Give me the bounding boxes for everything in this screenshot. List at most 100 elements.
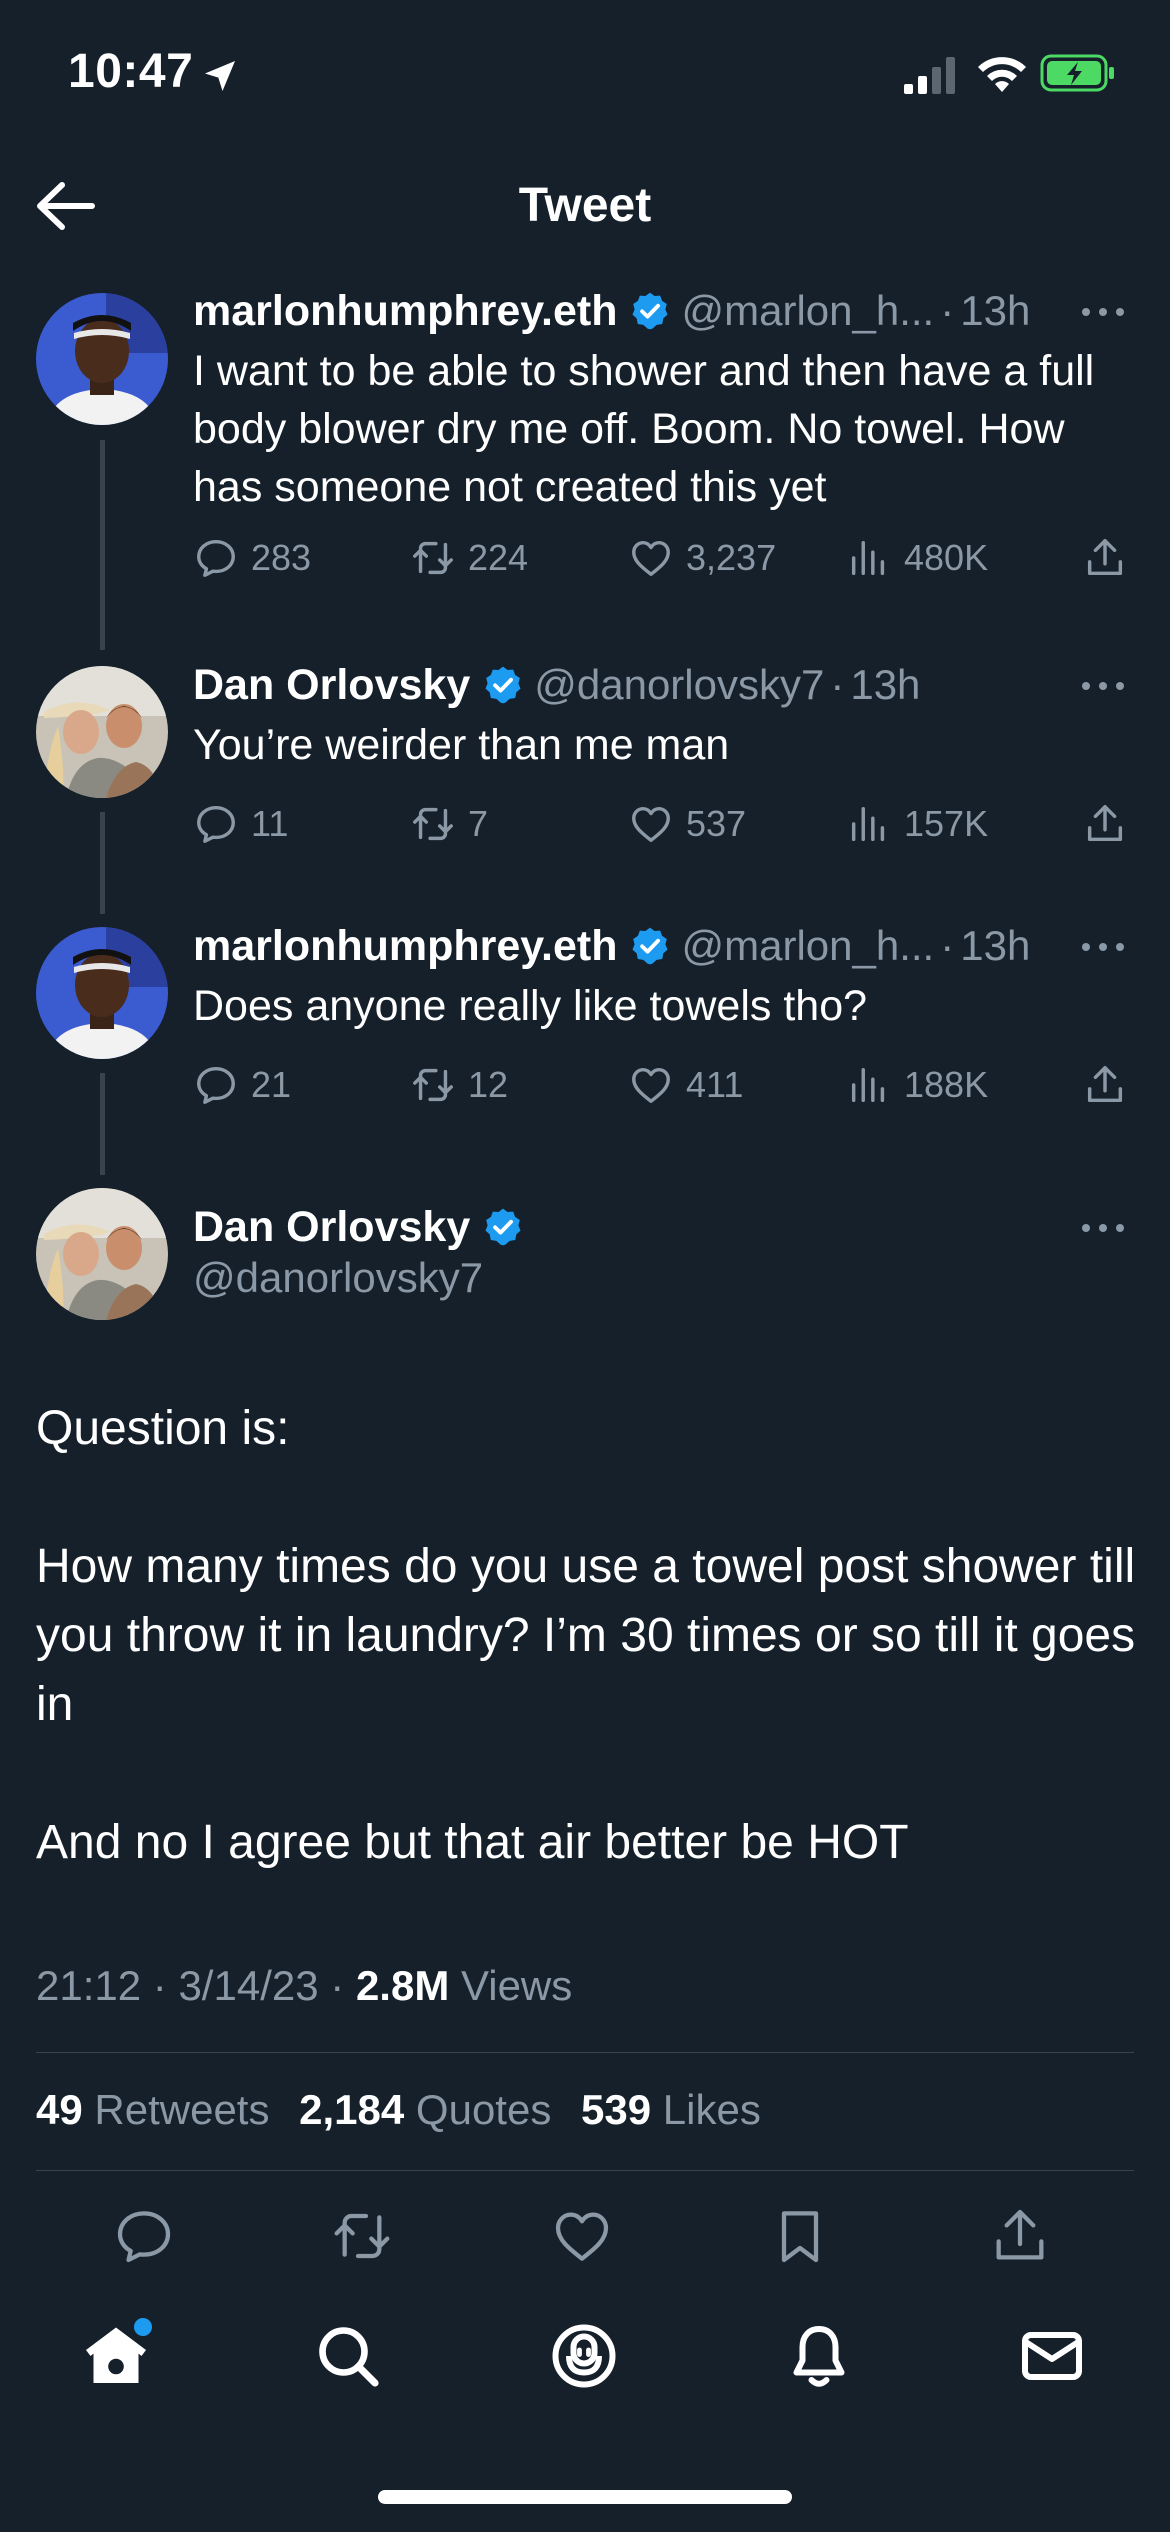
avatar[interactable]	[36, 666, 168, 798]
views-button[interactable]: 480K	[846, 535, 988, 581]
status-bar: 10:47	[0, 0, 1170, 150]
reply-count: 283	[251, 537, 312, 578]
main-tweet-author: Dan Orlovsky	[193, 1200, 534, 1254]
retweet-button[interactable]: 12	[410, 1062, 508, 1108]
reply-icon	[197, 805, 235, 843]
verified-icon	[485, 666, 521, 704]
share-button[interactable]	[1082, 535, 1140, 581]
likes-stat[interactable]: 539 Likes	[581, 2086, 761, 2133]
tweet-time: 13h	[960, 287, 1031, 334]
share-icon[interactable]	[988, 2204, 1052, 2268]
author-handle[interactable]: @danorlovsky7	[193, 1254, 483, 1302]
wifi-icon	[978, 57, 1026, 92]
reply-icon[interactable]	[112, 2204, 176, 2268]
tab-search[interactable]	[308, 2316, 388, 2396]
reply-icon	[197, 539, 235, 577]
like-count: 537	[686, 803, 747, 844]
views-icon	[851, 540, 885, 576]
reply-button[interactable]: 21	[193, 1062, 291, 1108]
author-handle[interactable]: @marlon_h...	[681, 922, 934, 970]
reply-count: 11	[251, 803, 289, 844]
share-button[interactable]	[1082, 1062, 1140, 1108]
likes-label: Likes	[662, 2086, 761, 2133]
tweet-time: 13h	[960, 922, 1031, 969]
more-icon[interactable]	[1078, 937, 1128, 957]
home-indicator[interactable]	[378, 2490, 792, 2504]
main-tweet-text: Question is: How many times do you use a…	[36, 1402, 1136, 1869]
views-count: 2.8M	[355, 1962, 450, 2009]
verified-icon	[632, 292, 668, 330]
more-icon[interactable]	[1078, 302, 1128, 322]
separator: ·	[940, 287, 955, 334]
like-icon[interactable]	[550, 2204, 614, 2268]
tweet-header-row: marlonhumphrey.eth @marlon_h... · 13h	[193, 284, 1030, 338]
likes-count: 539	[581, 2086, 652, 2133]
views-button[interactable]: 188K	[846, 1062, 988, 1108]
avatar[interactable]	[36, 927, 168, 1059]
tab-home[interactable]	[76, 2316, 156, 2396]
tab-messages[interactable]	[1012, 2316, 1092, 2396]
messages-icon	[1022, 2332, 1082, 2380]
share-icon	[1087, 1066, 1123, 1103]
reply-button[interactable]: 11	[193, 801, 288, 847]
reply-count: 21	[251, 1064, 292, 1105]
author-handle[interactable]: @marlon_h...	[681, 287, 934, 335]
like-icon	[632, 806, 670, 843]
separator: ·	[330, 1962, 345, 2009]
share-button[interactable]	[1082, 801, 1140, 847]
tweet-meta: 21:12 · 3/14/23 · 2.8M Views	[36, 1962, 572, 2010]
avatar[interactable]	[36, 293, 168, 425]
notifications-icon	[793, 2326, 845, 2387]
status-time: 10:47	[68, 45, 194, 98]
bookmark-icon[interactable]	[768, 2204, 832, 2268]
tweet-date: 3/14/23	[178, 1962, 319, 2009]
retweets-stat[interactable]: 49 Retweets	[36, 2086, 269, 2133]
verified-icon	[485, 1208, 521, 1246]
author-handle[interactable]: @danorlovsky7	[534, 661, 824, 709]
separator: ·	[830, 661, 845, 708]
more-icon[interactable]	[1078, 1218, 1128, 1238]
more-icon[interactable]	[1078, 676, 1128, 696]
battery-icon	[1040, 54, 1114, 92]
tweet-text: Does anyone really like towels tho?	[193, 982, 868, 1030]
tweet-header-row: marlonhumphrey.eth @marlon_h... · 13h	[193, 919, 1030, 973]
avatar[interactable]	[36, 1188, 168, 1320]
views-button[interactable]: 157K	[846, 801, 988, 847]
author-name[interactable]: marlonhumphrey.eth	[193, 922, 617, 971]
search-icon	[319, 2327, 379, 2387]
spaces-icon	[552, 2324, 616, 2388]
like-count: 3,237	[686, 537, 777, 578]
tweet-text: I want to be able to shower and then hav…	[193, 347, 1095, 511]
like-button[interactable]: 3,237	[628, 535, 776, 581]
quotes-stat[interactable]: 2,184 Quotes	[299, 2086, 551, 2133]
retweet-button[interactable]: 7	[410, 801, 488, 847]
author-name[interactable]: Dan Orlovsky	[193, 1203, 470, 1252]
retweet-icon[interactable]	[330, 2204, 394, 2268]
author-name[interactable]: Dan Orlovsky	[193, 661, 470, 710]
page-title: Tweet	[518, 179, 652, 232]
author-name[interactable]: marlonhumphrey.eth	[193, 287, 617, 336]
retweet-count: 7	[468, 803, 489, 844]
like-icon	[632, 1067, 670, 1104]
retweets-count: 49	[36, 2086, 83, 2133]
tweet-time: 13h	[850, 661, 921, 708]
reply-button[interactable]: 283	[193, 535, 311, 581]
retweet-count: 224	[468, 537, 529, 578]
views-label: Views	[460, 1962, 573, 2009]
share-icon	[1087, 539, 1123, 576]
retweet-icon	[413, 541, 453, 575]
retweets-label: Retweets	[94, 2086, 270, 2133]
thread-line	[100, 1073, 105, 1175]
like-icon	[632, 540, 670, 577]
like-button[interactable]: 411	[628, 1062, 743, 1108]
tab-notifications[interactable]	[779, 2316, 859, 2396]
separator: ·	[940, 922, 955, 969]
retweet-button[interactable]: 224	[410, 535, 528, 581]
tab-spaces[interactable]	[544, 2316, 624, 2396]
share-icon	[1087, 805, 1123, 842]
reply-icon	[197, 1066, 235, 1104]
views-count: 480K	[904, 537, 989, 578]
location-arrow-icon	[205, 61, 235, 91]
retweet-icon	[413, 807, 453, 841]
like-button[interactable]: 537	[628, 801, 746, 847]
